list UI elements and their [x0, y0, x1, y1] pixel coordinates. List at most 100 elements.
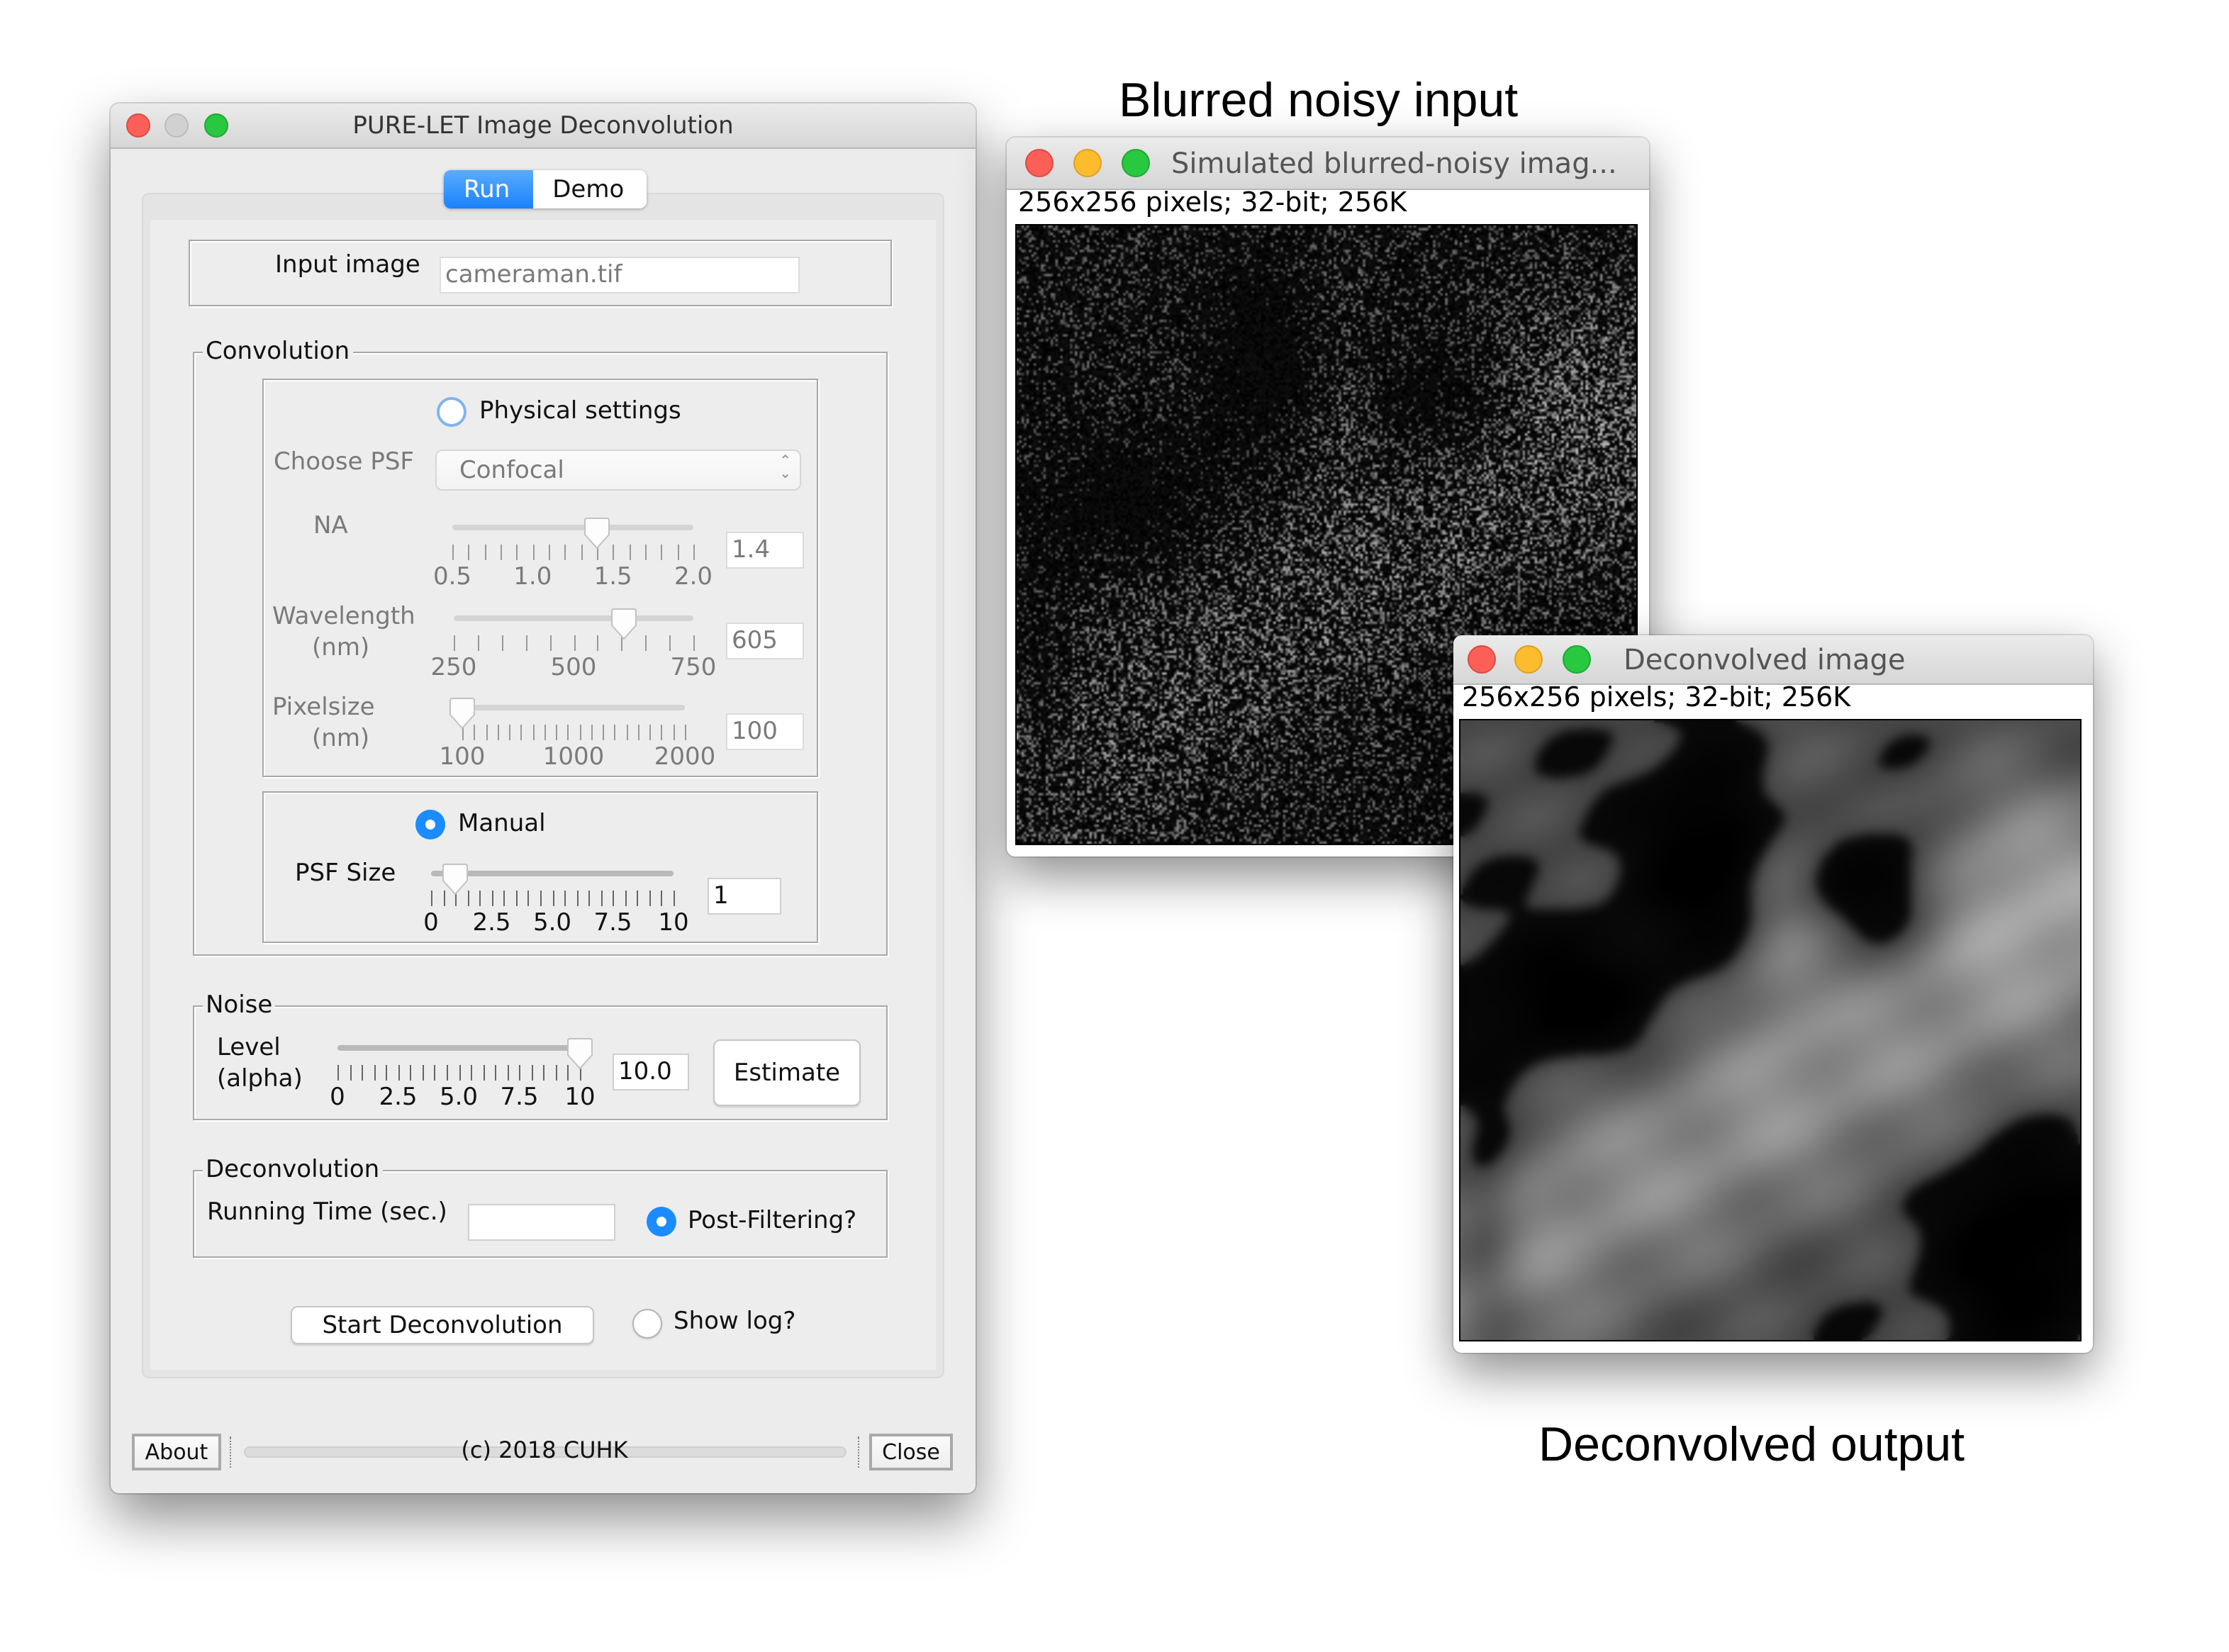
slider-tick [544, 725, 546, 740]
slider-tick [579, 725, 581, 740]
close-window-icon[interactable] [1025, 149, 1054, 177]
slider-track[interactable] [452, 525, 693, 530]
deconvolution-group-label: Deconvolution [203, 1156, 383, 1184]
slider-tick [567, 725, 569, 740]
input-image-label: Input image [275, 251, 420, 279]
post-filtering-radio[interactable] [647, 1207, 676, 1237]
slider-tick [603, 725, 605, 740]
slider-tick-label: 750 [670, 654, 717, 682]
slider-tick [626, 725, 628, 740]
copyright-status: (c) 2018 CUHK [461, 1436, 628, 1463]
slider-tick [495, 1065, 497, 1081]
wavelength-value-field[interactable]: 605 [726, 623, 804, 659]
main-titlebar[interactable]: PURE-LET Image Deconvolution [111, 104, 976, 149]
physical-settings-radio[interactable] [437, 397, 467, 427]
slider-tick [613, 891, 615, 906]
slider-track[interactable] [462, 705, 685, 710]
slider-ticks [462, 725, 686, 740]
manual-radio[interactable] [415, 810, 445, 839]
slider-tick [649, 891, 651, 906]
window-title: PURE-LET Image Deconvolution [352, 111, 734, 140]
slider-tick-label: 10 [564, 1083, 596, 1112]
slider-tick [540, 891, 542, 906]
tab-demo[interactable]: Demo [532, 170, 647, 208]
slider-tick [519, 1065, 521, 1081]
slider-tick [576, 891, 579, 906]
input-window-titlebar[interactable]: Simulated blurred-noisy imag... [1007, 138, 1649, 190]
slider-thumb[interactable] [583, 516, 611, 550]
start-deconvolution-button[interactable]: Start Deconvolution [291, 1306, 594, 1344]
slider-tick-label: 2.5 [472, 909, 511, 937]
slider-tick [422, 1065, 424, 1081]
post-filtering-label: Post-Filtering? [688, 1207, 857, 1235]
output-image-info: 256x256 pixels; 32-bit; 256K [1462, 682, 1851, 713]
estimate-button[interactable]: Estimate [713, 1039, 861, 1106]
psf-type-value: Confocal [459, 456, 564, 484]
minimize-window-icon[interactable] [1073, 149, 1102, 177]
slider-tick [509, 725, 511, 740]
zoom-window-icon[interactable] [1563, 645, 1591, 674]
slider-thumb[interactable] [566, 1037, 594, 1071]
slider-tick-label: 500 [550, 654, 597, 682]
slider-tick [564, 545, 566, 560]
footer-separator-right [858, 1436, 859, 1468]
slider-track[interactable] [337, 1045, 580, 1051]
wavelength-unit-label: (nm) [312, 634, 370, 662]
slider-tick [637, 891, 639, 906]
slider-tick [588, 891, 591, 906]
slider-track[interactable] [454, 615, 693, 621]
slider-tick [549, 635, 552, 651]
output-window-titlebar[interactable]: Deconvolved image [1453, 635, 2093, 685]
slider-ticks [452, 545, 695, 560]
tab-run[interactable]: Run [444, 170, 533, 208]
close-window-icon[interactable] [1468, 645, 1496, 674]
slider-ticks [337, 1065, 581, 1081]
slider-tick [410, 1065, 412, 1081]
slider-tick [398, 1065, 400, 1081]
output-caption: Deconvolved output [1538, 1418, 1965, 1472]
slider-tick [459, 1065, 460, 1081]
slider-tick [501, 635, 503, 651]
slider-tick [479, 891, 481, 906]
slider-tick-label: 1.0 [513, 563, 552, 591]
input-image-field[interactable]: cameraman.tif [440, 257, 800, 294]
output-image-canvas[interactable] [1459, 719, 2082, 1341]
running-time-field[interactable] [468, 1204, 615, 1241]
minimize-window-icon[interactable] [1514, 645, 1543, 674]
slider-tick [484, 545, 486, 560]
slider-tick [555, 1065, 557, 1081]
slider-tick-label: 100 [439, 743, 486, 771]
wavelength-label: Wavelength [272, 603, 415, 631]
slider-tick [516, 545, 518, 560]
psf-size-value-field[interactable]: 1 [708, 878, 781, 915]
pixelsize-value-field[interactable]: 100 [726, 713, 804, 750]
slider-tick [350, 1065, 352, 1081]
slider-ticks [454, 635, 695, 651]
slider-thumb[interactable] [610, 607, 638, 641]
slider-tick [477, 635, 479, 651]
noise-level-value-field[interactable]: 10.0 [613, 1054, 689, 1090]
slider-tick-label: 1000 [542, 743, 605, 771]
close-button[interactable]: Close [869, 1434, 953, 1470]
slider-thumb[interactable] [441, 862, 469, 896]
slider-tick [685, 725, 686, 740]
running-time-label: Running Time (sec.) [207, 1198, 447, 1227]
slider-tick [661, 545, 663, 560]
na-value-field[interactable]: 1.4 [726, 532, 804, 569]
slider-tick [452, 545, 454, 560]
zoom-window-icon[interactable] [1122, 149, 1150, 177]
slider-tick-label: 0.5 [432, 563, 472, 591]
slider-tick [693, 635, 695, 651]
slider-tick [525, 635, 527, 651]
show-log-label: Show log? [674, 1307, 796, 1336]
slider-tick-label: 7.5 [500, 1083, 539, 1112]
show-log-radio[interactable] [632, 1309, 662, 1339]
slider-tick [564, 891, 566, 906]
slider-tick [600, 891, 603, 906]
slider-tick [625, 891, 627, 906]
psf-type-select[interactable]: Confocal ⌃ ⌄ [435, 450, 801, 491]
slider-tick [661, 891, 663, 906]
slider-tick [637, 725, 639, 740]
tab-bar: Run Demo [444, 170, 647, 208]
slider-thumb[interactable] [448, 696, 476, 730]
